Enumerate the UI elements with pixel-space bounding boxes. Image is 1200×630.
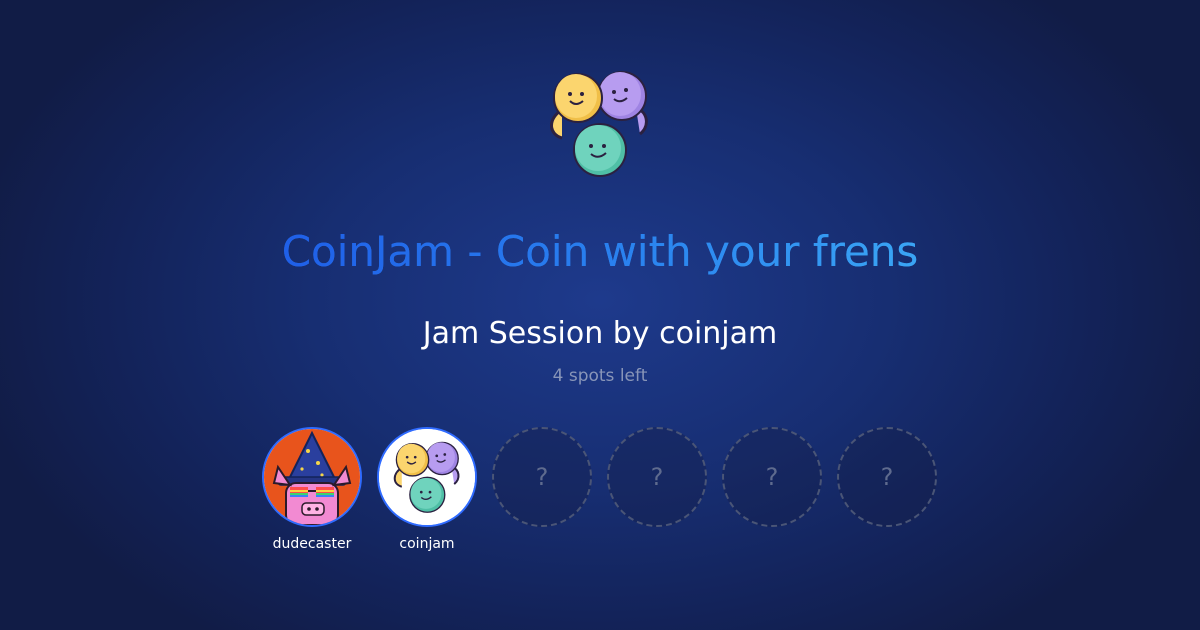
open-slot[interactable]: ?: [722, 427, 822, 567]
headline: CoinJam - Coin with your frens: [0, 224, 1200, 280]
open-slot[interactable]: ?: [607, 427, 707, 567]
open-slot-placeholder[interactable]: ?: [837, 427, 937, 527]
open-slot-placeholder[interactable]: ?: [607, 427, 707, 527]
coin-trio-avatar-icon[interactable]: [377, 427, 477, 527]
coin-trio-logo-icon: [550, 71, 648, 177]
headline-text: CoinJam - Coin with your frens: [281, 227, 919, 276]
open-slot[interactable]: ?: [492, 427, 592, 567]
participant-slots: dudecaster coinjam ? ? ? ?: [262, 427, 942, 567]
participant-slot-dudecaster[interactable]: dudecaster: [262, 427, 362, 567]
spots-left-count: 4 spots left: [552, 366, 648, 386]
session-title: Jam Session by coinjam: [422, 316, 778, 351]
open-slot[interactable]: ?: [837, 427, 937, 567]
open-slot-placeholder[interactable]: ?: [722, 427, 822, 527]
participant-slot-coinjam[interactable]: coinjam: [377, 427, 477, 567]
wizard-pig-avatar-icon[interactable]: [262, 427, 362, 527]
open-slot-placeholder[interactable]: ?: [492, 427, 592, 527]
participant-name: coinjam: [399, 536, 455, 552]
